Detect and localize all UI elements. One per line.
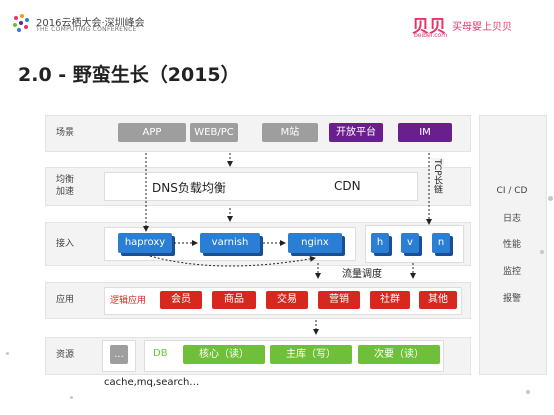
tcp-long-link-text: TCP长链 (431, 158, 444, 195)
decor-dot (526, 390, 530, 394)
connector-lines (143, 153, 432, 335)
decor-dot (70, 396, 73, 399)
decor-dot (548, 196, 553, 201)
decor-dot (540, 250, 544, 254)
decor-dot (6, 352, 9, 355)
arrow-haproxy-to-nginx-curve (149, 255, 316, 267)
